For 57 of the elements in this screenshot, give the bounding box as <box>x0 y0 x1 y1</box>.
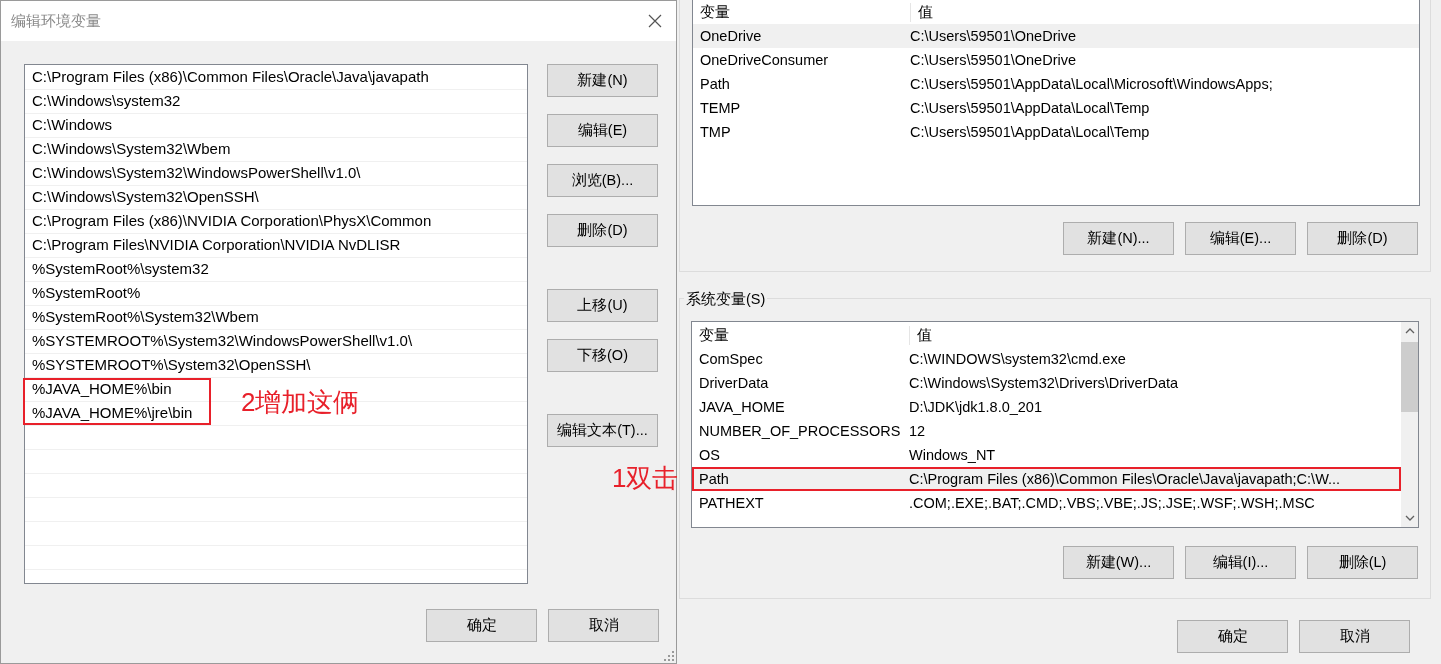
variable-row[interactable]: TMP C:\Users\59501\AppData\Local\Temp <box>693 120 1419 144</box>
variable-button[interactable]: 删除(D) <box>1307 222 1418 255</box>
variable-row[interactable]: OneDriveConsumer C:\Users\59501\OneDrive <box>693 48 1419 72</box>
resize-grip-icon[interactable] <box>664 651 674 661</box>
path-entry[interactable]: %SystemRoot%\System32\Wbem <box>25 305 265 329</box>
variable-row[interactable]: PATHEXT .COM;.EXE;.BAT;.CMD;.VBS;.VBE;.JS;.JSE;.WSF;.WSH;.MSC <box>692 491 1401 515</box>
variable-row[interactable]: JAVA_HOME D:\JDK\jdk1.8.0_201 <box>692 395 1401 419</box>
window-button[interactable]: 取消 <box>1299 620 1410 653</box>
path-entry[interactable]: %SYSTEMROOT%\System32\OpenSSH\ <box>25 353 317 377</box>
path-entry[interactable]: %JAVA_HOME%\jre\bin <box>25 401 199 425</box>
path-entry[interactable]: C:\Program Files (x86)\Common Files\Oracle\Java\javapath <box>25 65 435 89</box>
group-title: 系统变量(S) <box>684 290 768 308</box>
variable-row[interactable]: NUMBER_OF_PROCESSORS 12 <box>692 419 1401 443</box>
column-header[interactable]: 变量 <box>692 325 910 345</box>
dialog-button[interactable]: 确定 <box>426 609 537 642</box>
path-entry[interactable]: C:\Windows\System32\Wbem <box>25 137 237 161</box>
column-header[interactable]: 变量 <box>693 2 911 22</box>
path-entry[interactable]: C:\Windows\system32 <box>25 89 187 113</box>
variable-row[interactable]: Path C:\Users\59501\AppData\Local\Microsoft\WindowsApps; <box>693 72 1419 96</box>
annotation-text: 1双击 <box>612 463 679 493</box>
dialog-button[interactable]: 下移(O) <box>547 339 658 372</box>
variable-button[interactable]: 删除(L) <box>1307 546 1418 579</box>
path-entry[interactable]: %SystemRoot% <box>25 281 147 305</box>
column-header[interactable]: 值 <box>911 2 933 22</box>
annotation-text: 2增加这俩 <box>241 387 360 417</box>
path-entry[interactable]: %SystemRoot%\system32 <box>25 257 215 281</box>
variable-row[interactable]: ComSpec C:\WINDOWS\system32\cmd.exe <box>692 347 1401 371</box>
variable-row[interactable]: Path C:\Program Files (x86)\Common Files\Oracle\Java\javapath;C:\W... <box>692 467 1401 491</box>
dialog-button[interactable]: 浏览(B)... <box>547 164 658 197</box>
close-icon[interactable] <box>648 14 662 28</box>
dialog-button[interactable]: 新建(N) <box>547 64 658 97</box>
scroll-down-icon[interactable] <box>1404 515 1415 521</box>
path-entry[interactable]: %JAVA_HOME%\bin <box>25 377 178 401</box>
dialog-button[interactable]: 编辑(E) <box>547 114 658 147</box>
scroll-up-icon[interactable] <box>1404 328 1415 334</box>
path-entry[interactable]: C:\Windows\System32\OpenSSH\ <box>25 185 265 209</box>
dialog-button[interactable]: 上移(U) <box>547 289 658 322</box>
variable-button[interactable]: 编辑(I)... <box>1185 546 1296 579</box>
variable-row[interactable]: DriverData C:\Windows\System32\Drivers\DriverData <box>692 371 1401 395</box>
path-entry[interactable]: C:\Program Files (x86)\NVIDIA Corporation\PhysX\Common <box>25 209 438 233</box>
dialog-button[interactable]: 删除(D) <box>547 214 658 247</box>
column-header[interactable]: 值 <box>910 325 932 345</box>
dialog-button[interactable]: 编辑文本(T)... <box>547 414 658 447</box>
path-entry[interactable]: C:\Windows <box>25 113 119 137</box>
variable-button[interactable]: 新建(N)... <box>1063 222 1174 255</box>
path-entry[interactable]: %SYSTEMROOT%\System32\WindowsPowerShell\v1.0\ <box>25 329 419 353</box>
path-entry[interactable]: C:\Program Files\NVIDIA Corporation\NVIDIA NvDLISR <box>25 233 407 257</box>
path-entry[interactable]: C:\Windows\System32\WindowsPowerShell\v1.0\ <box>25 161 367 185</box>
variable-row[interactable]: OS Windows_NT <box>692 443 1401 467</box>
variable-row[interactable]: OneDrive C:\Users\59501\OneDrive <box>693 24 1419 48</box>
window-button[interactable]: 确定 <box>1177 620 1288 653</box>
variable-button[interactable]: 新建(W)... <box>1063 546 1174 579</box>
scrollbar[interactable] <box>1401 322 1418 527</box>
dialog-button[interactable]: 取消 <box>548 609 659 642</box>
dialog-title: 编辑环境变量 <box>11 11 101 31</box>
variable-button[interactable]: 编辑(E)... <box>1185 222 1296 255</box>
variable-row[interactable]: TEMP C:\Users\59501\AppData\Local\Temp <box>693 96 1419 120</box>
